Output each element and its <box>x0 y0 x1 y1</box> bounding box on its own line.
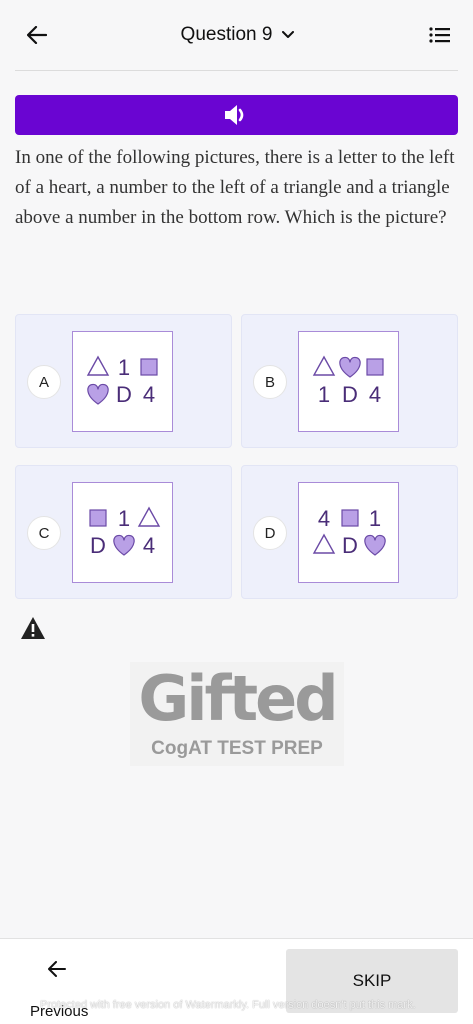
answer-option-b[interactable]: B 1D4 <box>241 314 458 448</box>
page-title: Question 9 <box>180 24 273 45</box>
logo-tagline: CogAT TEST PREP <box>151 738 323 759</box>
arrow-left-icon <box>27 26 47 44</box>
option-picture: 1D4 <box>298 331 399 432</box>
heart-shape <box>339 356 361 378</box>
number-glyph: 4 <box>369 382 381 407</box>
option-label: A <box>27 365 61 399</box>
answer-option-c[interactable]: C 1D 4 <box>15 465 232 599</box>
watermark-text: Protected with free version of Watermark… <box>40 999 416 1011</box>
arrow-left-icon <box>48 961 66 977</box>
triangle-shape <box>312 533 336 554</box>
number-glyph: 1 <box>118 355 130 380</box>
option-label: D <box>253 516 287 550</box>
gifted-logo: Gifted CogAT TEST PREP <box>130 662 344 766</box>
square-shape <box>89 509 107 527</box>
answer-option-a[interactable]: A 1D4 <box>15 314 232 448</box>
number-glyph: 1 <box>318 382 330 407</box>
letter-glyph: D <box>116 382 132 407</box>
chevron-down-icon <box>282 31 295 38</box>
warning-icon <box>21 617 45 639</box>
number-glyph: 4 <box>143 533 155 558</box>
heart-shape <box>87 383 109 405</box>
option-picture: 4 1D <box>298 482 399 583</box>
option-picture: 1D 4 <box>72 482 173 583</box>
back-button[interactable] <box>22 20 52 50</box>
number-glyph: 1 <box>118 506 130 531</box>
letter-glyph: D <box>342 382 358 407</box>
report-issue-button[interactable] <box>20 616 46 640</box>
list-icon <box>429 27 450 43</box>
number-glyph: 1 <box>369 506 381 531</box>
square-shape <box>140 358 158 376</box>
option-label: B <box>253 365 287 399</box>
option-label: C <box>27 516 61 550</box>
header-divider <box>15 70 458 71</box>
triangle-shape <box>312 355 336 376</box>
play-audio-button[interactable] <box>15 95 458 135</box>
square-shape <box>341 509 359 527</box>
letter-glyph: D <box>342 533 358 558</box>
answer-option-d[interactable]: D 41D <box>241 465 458 599</box>
question-list-button[interactable] <box>425 22 455 48</box>
triangle-shape <box>137 506 161 527</box>
heart-shape <box>113 534 135 556</box>
logo-wordmark: Gifted <box>138 662 338 735</box>
square-shape <box>366 358 384 376</box>
speaker-icon <box>224 105 243 125</box>
triangle-shape <box>86 355 110 376</box>
question-text: In one of the following pictures, there … <box>15 147 455 228</box>
number-glyph: 4 <box>318 506 330 531</box>
top-bar: Question 9 <box>0 0 473 72</box>
question-selector[interactable]: Question 9 <box>150 20 325 50</box>
number-glyph: 4 <box>143 382 155 407</box>
heart-shape <box>364 534 386 556</box>
letter-glyph: D <box>90 533 106 558</box>
bottom-nav: Previous SKIP Protected with free versio… <box>0 938 473 1024</box>
option-picture: 1D4 <box>72 331 173 432</box>
